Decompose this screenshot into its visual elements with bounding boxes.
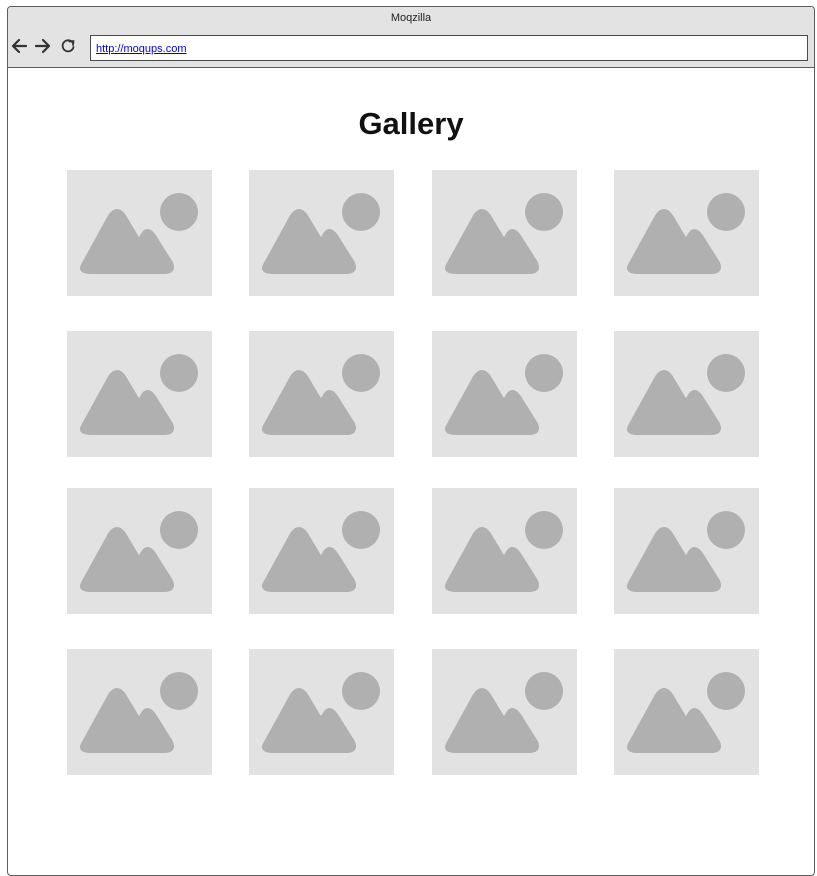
image-placeholder-icon <box>80 193 198 274</box>
image-placeholder-icon <box>445 193 563 274</box>
gallery-image[interactable] <box>614 170 759 296</box>
image-placeholder-icon <box>445 511 563 592</box>
image-placeholder-icon <box>445 354 563 435</box>
gallery-image[interactable] <box>249 488 394 614</box>
image-placeholder-icon <box>262 511 380 592</box>
gallery-image[interactable] <box>67 488 212 614</box>
gallery-image[interactable] <box>67 331 212 457</box>
gallery-image[interactable] <box>432 488 577 614</box>
gallery-image[interactable] <box>67 170 212 296</box>
gallery-image[interactable] <box>614 649 759 775</box>
browser-window: Moqzilla http://moqups.com Gallery <box>7 6 815 876</box>
image-placeholder-icon <box>80 511 198 592</box>
gallery-image[interactable] <box>614 331 759 457</box>
image-placeholder-icon <box>80 672 198 753</box>
gallery-image[interactable] <box>614 488 759 614</box>
gallery-image[interactable] <box>249 331 394 457</box>
gallery-image[interactable] <box>67 649 212 775</box>
gallery-image[interactable] <box>432 170 577 296</box>
image-placeholder-icon <box>80 354 198 435</box>
gallery-image[interactable] <box>432 649 577 775</box>
image-placeholder-icon <box>627 672 745 753</box>
image-placeholder-icon <box>262 193 380 274</box>
image-placeholder-icon <box>627 511 745 592</box>
image-placeholder-icon <box>627 193 745 274</box>
image-placeholder-icon <box>627 354 745 435</box>
image-placeholder-icon <box>262 354 380 435</box>
image-placeholder-icon <box>262 672 380 753</box>
gallery-image[interactable] <box>432 331 577 457</box>
gallery-image[interactable] <box>249 649 394 775</box>
gallery-image[interactable] <box>249 170 394 296</box>
image-placeholder-icon <box>445 672 563 753</box>
gallery-grid <box>8 7 814 867</box>
